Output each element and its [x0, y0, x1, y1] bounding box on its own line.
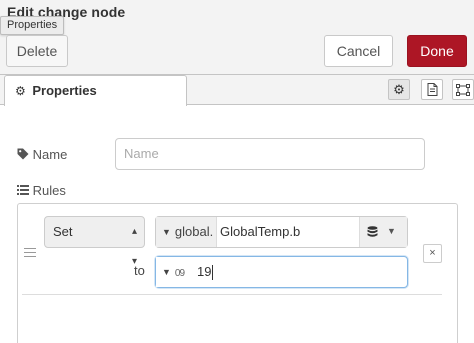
tab-icon-settings[interactable]: ⚙: [388, 79, 410, 100]
tab-icon-description[interactable]: [421, 79, 443, 100]
name-label-group: Name: [17, 147, 67, 162]
tag-icon: [17, 148, 29, 160]
name-input[interactable]: Name: [115, 138, 425, 170]
cancel-button[interactable]: Cancel: [324, 35, 393, 67]
caret-down-icon: ▼: [162, 227, 171, 237]
rule-target-input[interactable]: ▼ global. GlobalTemp.b ▼: [155, 216, 408, 248]
caret-down-icon: ▼: [387, 226, 396, 236]
to-label: to: [134, 263, 145, 278]
context-store-button[interactable]: ▼: [359, 217, 407, 247]
done-button[interactable]: Done: [407, 35, 467, 67]
rule-value-input[interactable]: ▼ 09 19: [155, 256, 408, 288]
delete-button[interactable]: Delete: [6, 35, 68, 67]
tab-icon-appearance[interactable]: [452, 79, 474, 100]
number-type-icon: 09: [174, 268, 185, 279]
name-label: Name: [32, 147, 68, 162]
tab-properties[interactable]: ⚙ Properties: [4, 75, 187, 106]
name-placeholder: Name: [124, 146, 159, 161]
gear-icon: ⚙: [15, 84, 26, 98]
frame-icon: [456, 83, 470, 96]
target-type-label: global.: [174, 224, 214, 239]
rule-action-select[interactable]: Set ▴ ▾: [44, 216, 145, 267]
target-type-button[interactable]: ▼ global.: [156, 217, 217, 247]
value-type-button[interactable]: ▼ 09: [156, 257, 190, 287]
drag-handle-icon[interactable]: [24, 248, 36, 260]
caret-down-icon: ▼: [162, 267, 171, 277]
gear-icon: ⚙: [393, 81, 405, 97]
tab-properties-label: Properties: [32, 83, 97, 98]
rule-action-value: Set: [53, 224, 73, 239]
document-icon: [427, 83, 437, 96]
rule-value-group: 19: [197, 257, 214, 287]
database-icon: [367, 226, 378, 237]
text-cursor: [212, 265, 214, 281]
rules-label-group: Rules: [17, 183, 66, 198]
rule-value: 19: [197, 264, 212, 279]
target-value: GlobalTemp.b: [220, 224, 301, 239]
rule-row-divider: [22, 294, 442, 295]
list-icon: [17, 185, 29, 195]
remove-rule-button[interactable]: ×: [423, 244, 442, 263]
properties-tooltip: Properties: [0, 16, 65, 35]
rules-label: Rules: [32, 183, 66, 198]
